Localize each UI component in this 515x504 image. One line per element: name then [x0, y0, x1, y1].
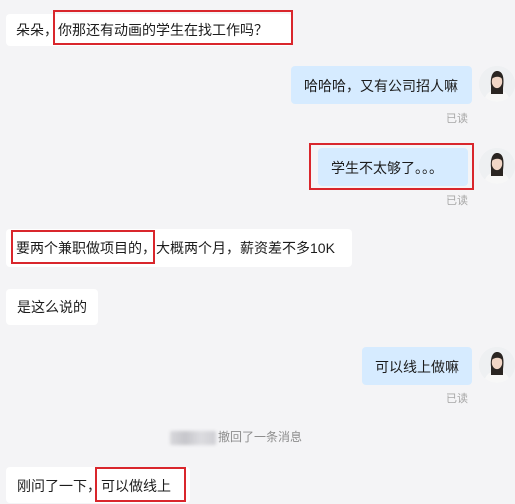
message-bubble-outgoing[interactable]: 哈哈哈，又有公司招人嘛 — [291, 66, 472, 104]
user-avatar-icon — [479, 66, 515, 102]
message-text-highlighted: 要两个兼职做项目的， — [16, 240, 156, 256]
message-bubble-outgoing[interactable]: 学生不太够了。。。 — [318, 148, 468, 186]
message-bubble-incoming[interactable]: 刚问了一下，可以做线上 — [6, 467, 190, 503]
message-text-highlighted: 可以做线上 — [101, 478, 171, 494]
blurred-sender-name — [170, 430, 216, 445]
message-text: 学生不太够了。。。 — [331, 160, 443, 176]
message-bubble-incoming[interactable]: 是这么说的 — [6, 289, 98, 325]
message-bubble-incoming[interactable]: 朵朵，你那还有动画的学生在找工作吗？ — [6, 14, 292, 46]
message-bubble-incoming[interactable]: 要两个兼职做项目的，大概两个月，薪资差不多10K — [6, 229, 352, 267]
message-bubble-outgoing[interactable]: 可以线上做嘛 — [362, 347, 472, 385]
user-avatar-icon — [479, 347, 515, 383]
avatar[interactable] — [479, 66, 515, 102]
message-text: 刚问了一下， — [17, 478, 101, 494]
message-text: 大概两个月，薪资差不多10K — [156, 240, 335, 256]
avatar[interactable] — [479, 148, 515, 184]
message-text: 哈哈哈，又有公司招人嘛 — [304, 78, 458, 94]
message-text-highlighted: 你那还有动画的学生在找工作吗？ — [58, 22, 268, 38]
avatar[interactable] — [479, 347, 515, 383]
recall-notice: 撤回了一条消息 — [170, 428, 302, 445]
message-text: 是这么说的 — [17, 299, 87, 315]
user-avatar-icon — [479, 148, 515, 184]
message-text: 可以线上做嘛 — [375, 359, 459, 375]
message-text: 朵朵， — [16, 22, 58, 38]
read-status: 已读 — [446, 113, 468, 125]
recall-text: 撤回了一条消息 — [218, 430, 303, 444]
read-status: 已读 — [446, 195, 468, 207]
read-status: 已读 — [446, 393, 468, 405]
